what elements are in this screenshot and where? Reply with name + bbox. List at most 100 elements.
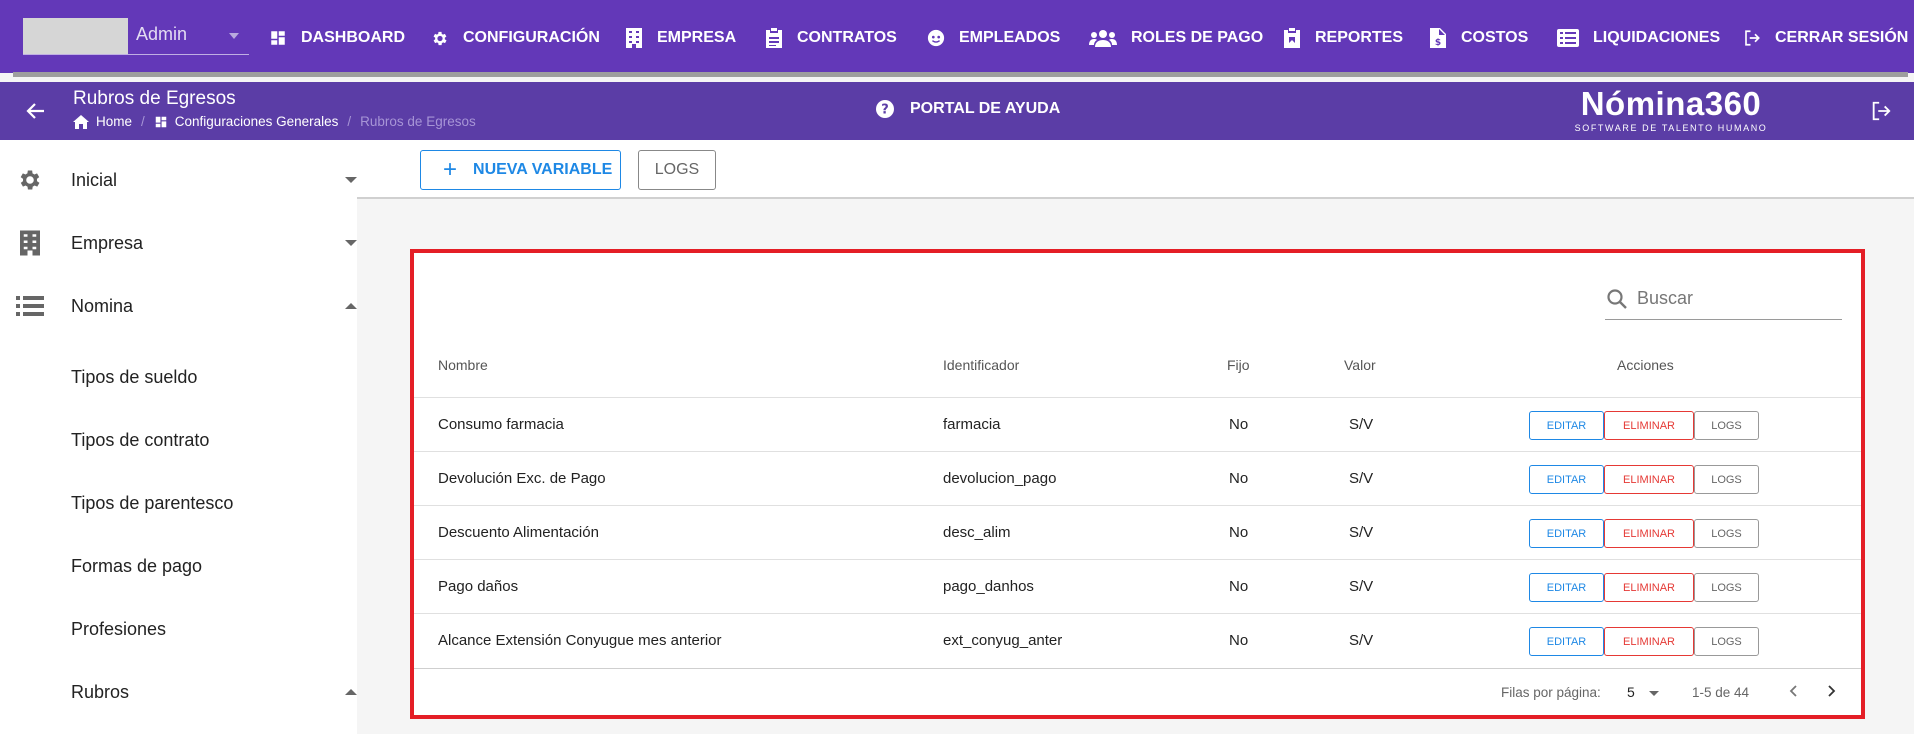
- avatar: [23, 18, 128, 54]
- search-field: [1605, 278, 1842, 320]
- cell-valor: S/V: [1349, 578, 1374, 595]
- page-header: Rubros de Egresos Home / Configuraciones…: [0, 82, 1914, 140]
- chevron-down-icon: [229, 33, 239, 39]
- cell-nombre: Descuento Alimentación: [438, 524, 599, 541]
- cell-nombre: Pago daños: [438, 578, 519, 595]
- sidebar-item-label: Empresa: [71, 232, 144, 253]
- delete-button[interactable]: ELIMINAR: [1604, 573, 1694, 602]
- nav-dashboard[interactable]: DASHBOARD: [269, 24, 405, 52]
- nav-label: CERRAR SESIÓN: [1775, 29, 1909, 46]
- home-icon: [73, 114, 89, 129]
- breadcrumb-separator: /: [347, 114, 352, 129]
- row-logs-button[interactable]: LOGS: [1694, 465, 1759, 494]
- help-portal-link[interactable]: ? PORTAL DE AYUDA: [876, 100, 1060, 118]
- plus-icon: +: [443, 156, 458, 183]
- chevron-down-icon[interactable]: [1649, 691, 1659, 696]
- delete-button[interactable]: ELIMINAR: [1604, 465, 1694, 494]
- pagination-range: 1-5 de 44: [1692, 685, 1750, 700]
- column-header-identificador[interactable]: Identificador: [943, 357, 1019, 373]
- data-table-card: Nombre Identificador Fijo Valor Acciones…: [410, 249, 1865, 719]
- cell-nombre: Alcance Extensión Conyugue mes anterior: [438, 632, 722, 649]
- sidebar-subitem-tipos-de-parentesco[interactable]: Tipos de parentesco: [71, 493, 233, 514]
- group-icon: [1089, 28, 1117, 48]
- row-logs-button[interactable]: LOGS: [1694, 627, 1759, 656]
- nav-cerrar-sesion[interactable]: CERRAR SESIÓN: [1743, 24, 1908, 52]
- chevron-left-icon[interactable]: [1784, 681, 1804, 704]
- sidebar-subitem-formas-de-pago[interactable]: Formas de pago: [71, 556, 202, 577]
- chevron-down-icon: [345, 177, 357, 183]
- cell-valor: S/V: [1349, 632, 1374, 649]
- breadcrumb-current: Rubros de Egresos: [360, 114, 476, 129]
- cell-identificador: farmacia: [943, 416, 1001, 433]
- nav-label: DASHBOARD: [301, 29, 405, 46]
- report-icon: [1283, 28, 1301, 48]
- breadcrumb-configuraciones[interactable]: Configuraciones Generales: [175, 114, 339, 129]
- sidebar-subitem-tipos-de-contrato[interactable]: Tipos de contrato: [71, 430, 209, 451]
- topbar-divider: [13, 72, 1908, 77]
- breadcrumb-home[interactable]: Home: [96, 114, 132, 129]
- cell-nombre: Consumo farmacia: [438, 416, 564, 433]
- nav-roles-de-pago[interactable]: ROLES DE PAGO: [1089, 24, 1263, 52]
- column-header-valor[interactable]: Valor: [1344, 357, 1376, 373]
- chevron-right-icon[interactable]: [1821, 681, 1841, 704]
- svg-text:$: $: [1435, 38, 1441, 48]
- edit-button[interactable]: EDITAR: [1529, 411, 1604, 440]
- nav-reportes[interactable]: REPORTES: [1283, 24, 1403, 52]
- sidebar-item-nomina[interactable]: Nomina: [0, 286, 357, 326]
- column-header-fijo[interactable]: Fijo: [1227, 357, 1250, 373]
- nav-configuracion[interactable]: CONFIGURACIÓN: [431, 24, 600, 52]
- sidebar-item-empresa[interactable]: Empresa: [0, 223, 357, 263]
- clipboard-icon: [765, 28, 783, 48]
- nav-empleados[interactable]: EMPLEADOS: [927, 24, 1060, 52]
- table-row: Consumo farmacia farmacia No S/V EDITAR …: [414, 398, 1861, 452]
- cell-fijo: No: [1229, 470, 1249, 487]
- gear-icon: [16, 166, 44, 194]
- logo: Nómina360 SOFTWARE DE TALENTO HUMANO: [1571, 85, 1771, 133]
- row-logs-button[interactable]: LOGS: [1694, 573, 1759, 602]
- cell-fijo: No: [1229, 416, 1249, 433]
- rows-per-page-select[interactable]: 5: [1627, 684, 1635, 700]
- edit-button[interactable]: EDITAR: [1529, 465, 1604, 494]
- logout-icon[interactable]: [1870, 100, 1892, 127]
- building-icon: [16, 229, 44, 257]
- row-logs-button[interactable]: LOGS: [1694, 519, 1759, 548]
- sidebar-subitem-tipos-de-sueldo[interactable]: Tipos de sueldo: [71, 367, 197, 388]
- delete-button[interactable]: ELIMINAR: [1604, 627, 1694, 656]
- cell-identificador: pago_danhos: [943, 578, 1034, 595]
- top-navbar: Admin DASHBOARD CONFIGURACIÓN EMPRESA CO…: [0, 0, 1914, 73]
- cell-fijo: No: [1229, 524, 1249, 541]
- nav-costos[interactable]: $ COSTOS: [1429, 24, 1528, 52]
- nav-label: CONFIGURACIÓN: [463, 29, 600, 46]
- sidebar-subitem-profesiones[interactable]: Profesiones: [71, 619, 166, 640]
- sidebar-item-inicial[interactable]: Inicial: [0, 160, 357, 200]
- new-variable-label: NUEVA VARIABLE: [473, 161, 613, 178]
- back-arrow-icon[interactable]: [24, 99, 48, 123]
- chevron-down-icon: [345, 240, 357, 246]
- rows-per-page-label: Filas por página:: [1501, 685, 1601, 700]
- dashboard-icon: [269, 28, 287, 48]
- toolbar: + NUEVA VARIABLE LOGS: [357, 140, 1914, 199]
- row-logs-button[interactable]: LOGS: [1694, 411, 1759, 440]
- column-header-nombre[interactable]: Nombre: [438, 357, 488, 373]
- delete-button[interactable]: ELIMINAR: [1604, 519, 1694, 548]
- search-input[interactable]: [1637, 284, 1837, 312]
- list-icon: [16, 292, 44, 320]
- invoice-icon: $: [1429, 28, 1447, 48]
- sidebar-group-rubros[interactable]: Rubros: [0, 672, 357, 712]
- edit-button[interactable]: EDITAR: [1529, 627, 1604, 656]
- user-select[interactable]: Admin: [23, 18, 249, 55]
- delete-button[interactable]: ELIMINAR: [1604, 411, 1694, 440]
- nav-label: EMPRESA: [657, 29, 737, 46]
- nav-contratos[interactable]: CONTRATOS: [765, 24, 897, 52]
- table-pagination: Filas por página: 5 1-5 de 44: [414, 669, 1861, 715]
- cell-identificador: devolucion_pago: [943, 470, 1057, 487]
- edit-button[interactable]: EDITAR: [1529, 573, 1604, 602]
- logs-button[interactable]: LOGS: [638, 150, 716, 190]
- new-variable-button[interactable]: + NUEVA VARIABLE: [420, 150, 621, 190]
- edit-button[interactable]: EDITAR: [1529, 519, 1604, 548]
- nav-liquidaciones[interactable]: LIQUIDACIONES: [1557, 24, 1720, 52]
- nav-empresa[interactable]: EMPRESA: [625, 24, 736, 52]
- cell-fijo: No: [1229, 578, 1249, 595]
- dashboard-icon: [154, 115, 168, 129]
- gear-icon: [431, 28, 449, 48]
